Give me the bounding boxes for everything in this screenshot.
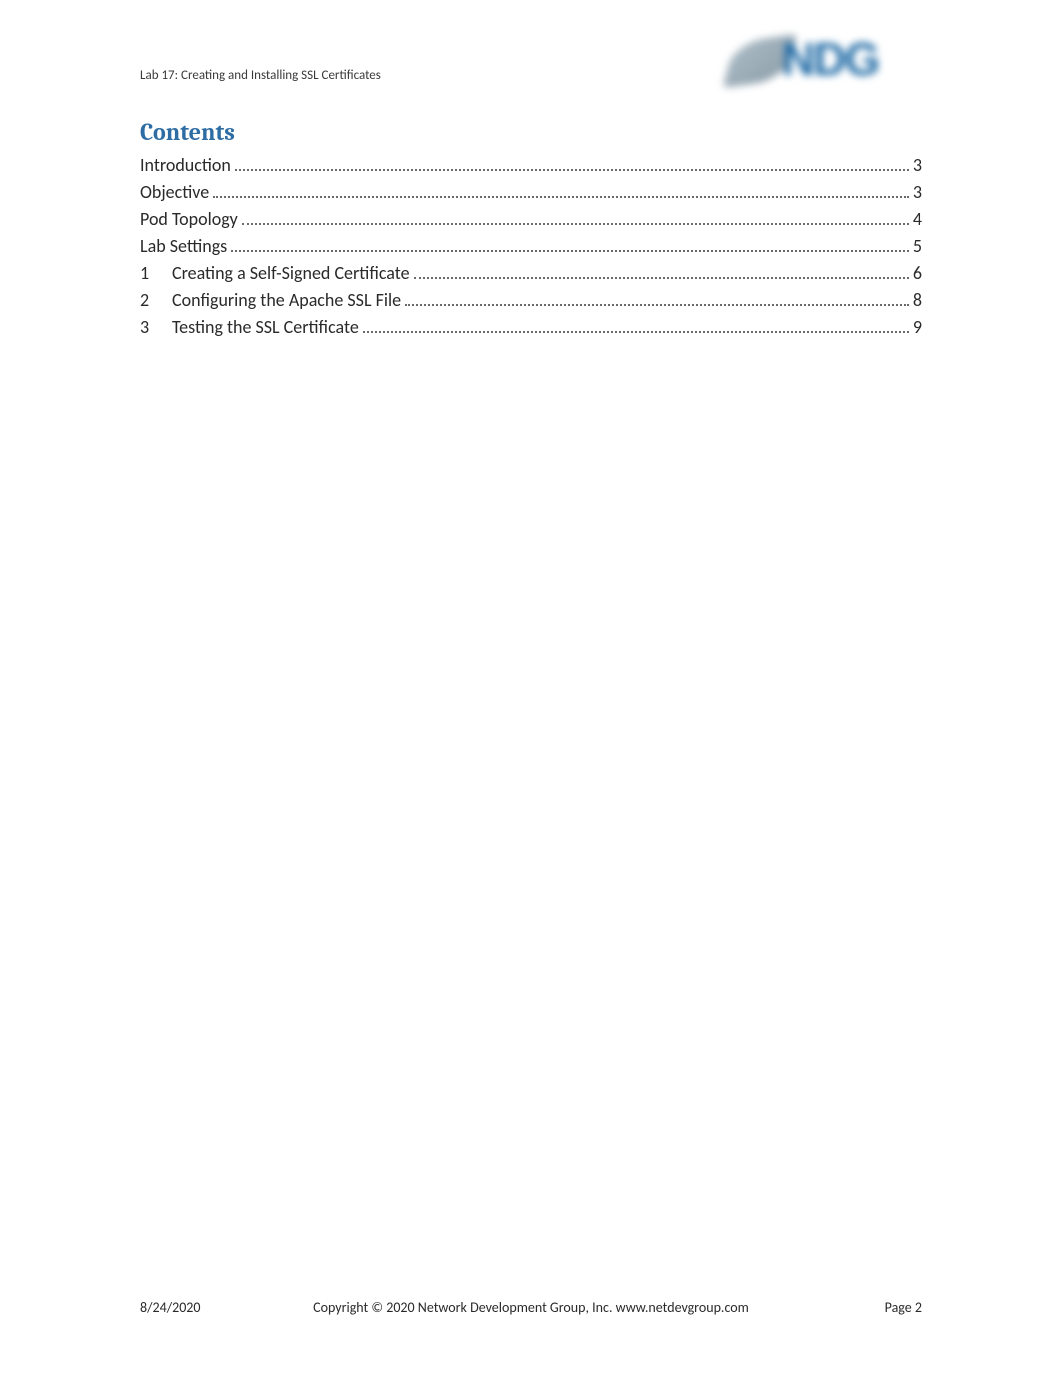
toc-label: Objective: [140, 179, 209, 206]
toc-page-number: 8: [913, 287, 922, 314]
toc-leader: [414, 264, 909, 279]
toc-label: Testing the SSL Certificate: [172, 314, 359, 341]
footer-date: 8/24/2020: [140, 1299, 280, 1316]
document-page: Lab 17: Creating and Installing SSL Cert…: [0, 0, 1062, 1376]
page-header: Lab 17: Creating and Installing SSL Cert…: [140, 30, 922, 100]
page-footer: 8/24/2020 Copyright © 2020 Network Devel…: [140, 1299, 922, 1316]
footer-copyright: Copyright © 2020 Network Development Gro…: [280, 1299, 782, 1316]
table-of-contents: Introduction 3 Objective 3 Pod Topology …: [140, 152, 922, 341]
toc-entry[interactable]: 3 Testing the SSL Certificate 9: [140, 314, 922, 341]
toc-leader: [231, 237, 909, 252]
toc-entry[interactable]: Lab Settings 5: [140, 233, 922, 260]
toc-label: Configuring the Apache SSL File: [172, 287, 401, 314]
toc-entry[interactable]: 1 Creating a Self-Signed Certificate 6: [140, 260, 922, 287]
toc-entry[interactable]: Pod Topology 4: [140, 206, 922, 233]
toc-entry[interactable]: Objective 3: [140, 179, 922, 206]
toc-leader: [405, 291, 909, 306]
lab-title-text: Lab 17: Creating and Installing SSL Cert…: [140, 30, 381, 83]
toc-leader: [235, 156, 909, 171]
toc-leader: [242, 210, 909, 225]
toc-number: 3: [140, 314, 172, 341]
toc-page-number: 3: [913, 152, 922, 179]
toc-leader: [213, 183, 909, 198]
toc-page-number: 4: [913, 206, 922, 233]
toc-label: Introduction: [140, 152, 231, 179]
toc-page-number: 3: [913, 179, 922, 206]
toc-number: 2: [140, 287, 172, 314]
logo-text: NDG: [782, 32, 878, 86]
footer-page-label: Page 2: [782, 1299, 922, 1316]
toc-page-number: 6: [913, 260, 922, 287]
toc-number: 1: [140, 260, 172, 287]
company-logo: NDG: [742, 30, 922, 86]
toc-page-number: 5: [913, 233, 922, 260]
toc-entry[interactable]: Introduction 3: [140, 152, 922, 179]
contents-heading: Contents: [140, 118, 922, 146]
toc-label: Lab Settings: [140, 233, 227, 260]
toc-label: Pod Topology: [140, 206, 238, 233]
toc-entry[interactable]: 2 Configuring the Apache SSL File 8: [140, 287, 922, 314]
toc-label: Creating a Self-Signed Certificate: [172, 260, 410, 287]
toc-leader: [363, 318, 909, 333]
toc-page-number: 9: [913, 314, 922, 341]
